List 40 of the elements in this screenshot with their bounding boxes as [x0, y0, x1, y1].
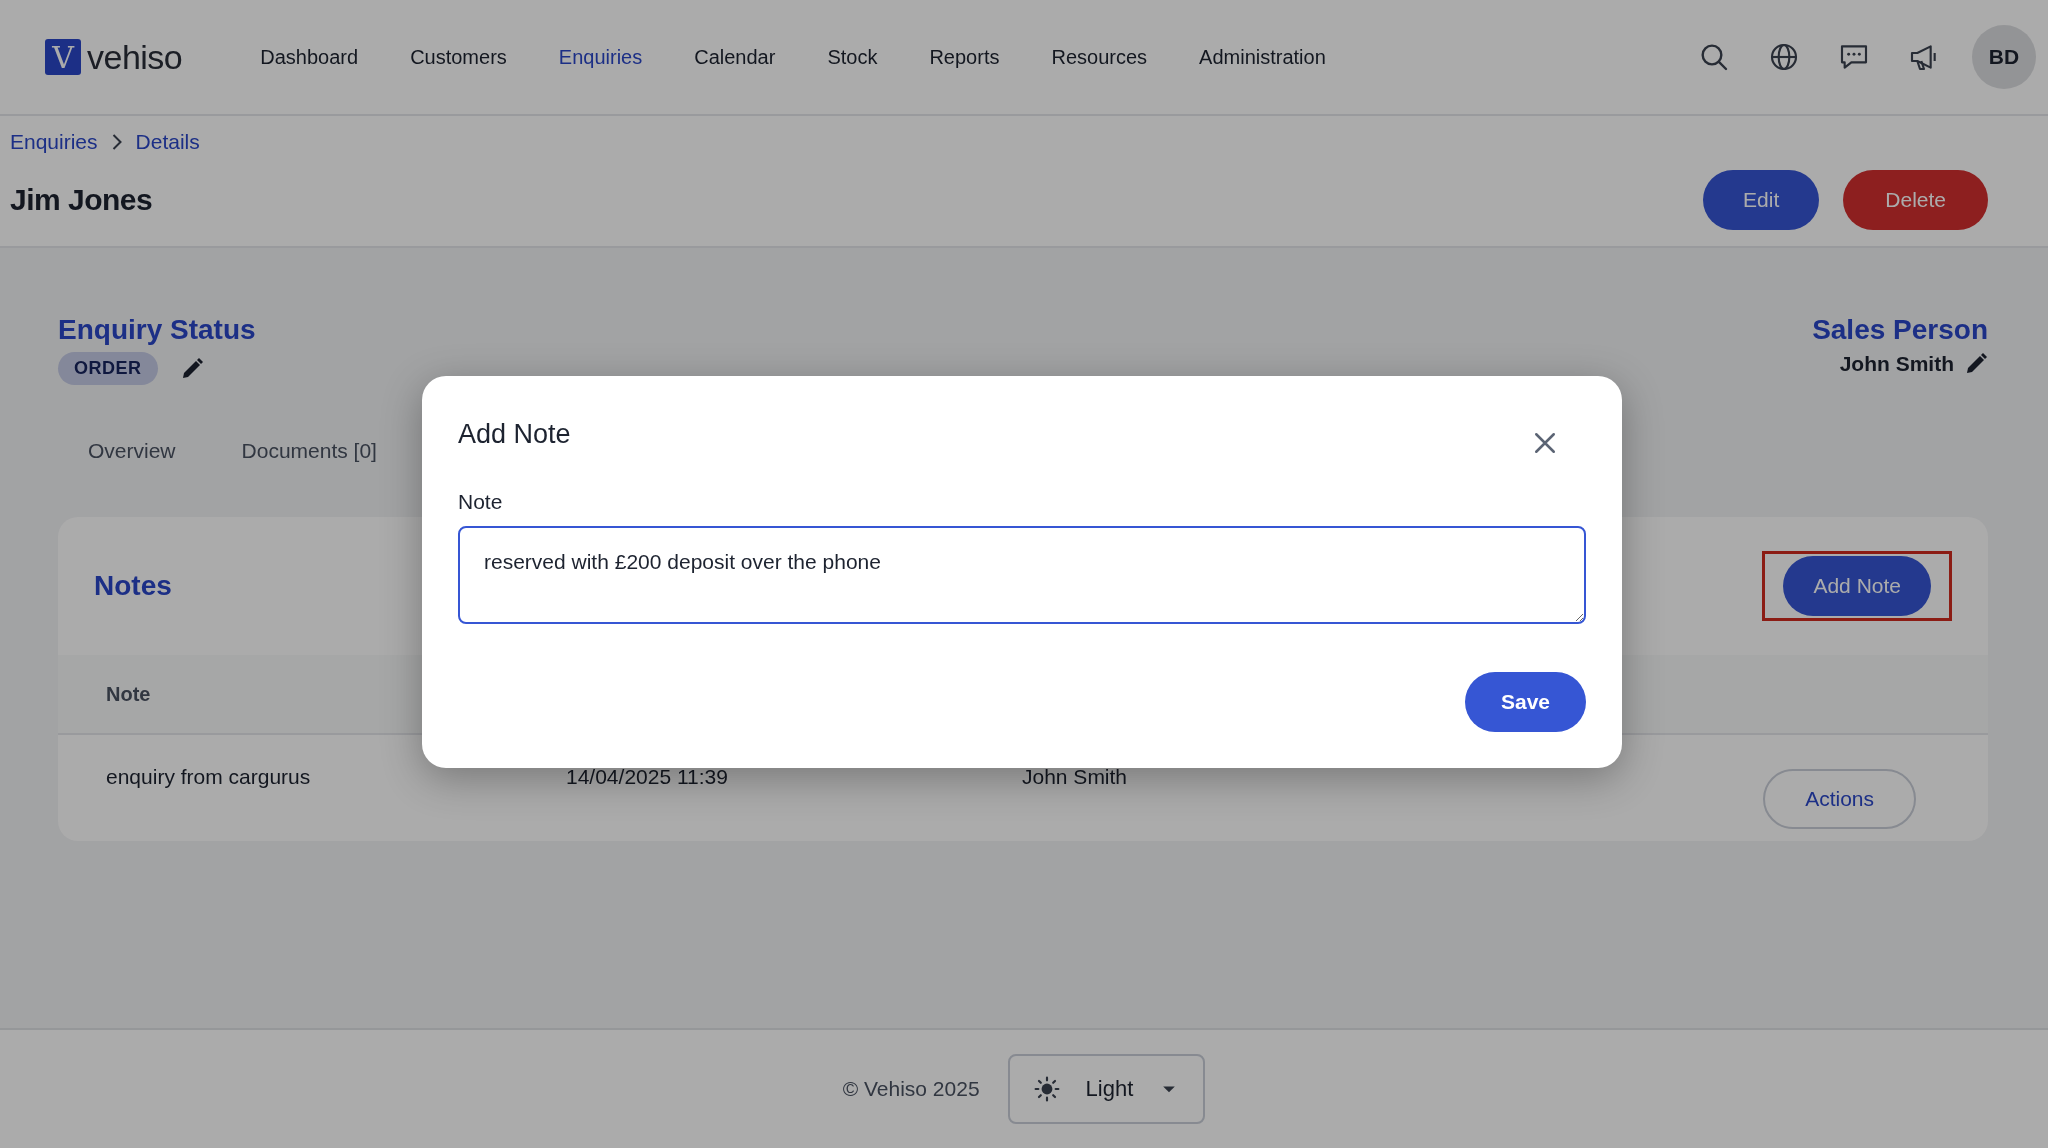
modal-title: Add Note	[458, 418, 571, 450]
logo-icon: V	[45, 39, 81, 75]
field-label: Note	[458, 490, 504, 514]
search-icon[interactable]	[1698, 41, 1730, 73]
actions-button[interactable]: Actions	[1763, 769, 1916, 829]
breadcrumb-link[interactable]: Details	[135, 130, 200, 154]
nav-link[interactable]: Resources	[1051, 45, 1148, 69]
edit-button[interactable]: Edit	[1703, 170, 1820, 230]
table-cell-text: 14/04/2025 11:39	[566, 765, 729, 789]
card-title: Notes	[94, 570, 172, 602]
tab[interactable]: Documents [0]	[241, 439, 377, 463]
note-input-field[interactable]: reserved with £200 deposit over the phone	[458, 526, 1586, 624]
chevron-icon	[111, 134, 122, 150]
column-header: Note	[106, 682, 151, 706]
copyright-text: © Vehiso 2025	[842, 1077, 980, 1101]
table-cell-text: enquiry from cargurus	[106, 765, 312, 789]
nav-link[interactable]: Customers	[410, 45, 507, 69]
page-title: Jim Jones	[10, 183, 153, 217]
save-button[interactable]: Save	[1464, 672, 1586, 732]
section-heading: Sales Person	[1812, 314, 1988, 346]
user-avatar[interactable]: BD	[1972, 25, 2036, 89]
nav-link[interactable]: Calendar	[694, 45, 776, 69]
nav-link[interactable]: Dashboard	[260, 45, 359, 69]
sales-person-name: John Smith	[1839, 352, 1954, 376]
theme-dropdown[interactable]: Light	[1007, 1054, 1206, 1124]
nav-link[interactable]: Reports	[929, 45, 1000, 69]
nav-link[interactable]: Stock	[827, 45, 878, 69]
breadcrumb-link[interactable]: Enquiries	[10, 130, 98, 154]
pencil-icon[interactable]	[1964, 352, 1988, 376]
sun-icon	[1033, 1076, 1060, 1102]
delete-button[interactable]: Delete	[1843, 170, 1988, 230]
section-heading: Enquiry Status	[58, 314, 256, 346]
logo-text: vehiso	[87, 37, 183, 77]
nav-link[interactable]: Enquiries	[558, 45, 643, 69]
table-cell-text: John Smith	[1022, 765, 1129, 789]
tab[interactable]: Overview	[88, 439, 176, 463]
nav-link[interactable]: Administration	[1199, 45, 1326, 69]
status-badge: ORDER	[58, 352, 158, 385]
globe-icon[interactable]	[1768, 41, 1800, 73]
add-note-button[interactable]: Add Note	[1783, 556, 1931, 616]
